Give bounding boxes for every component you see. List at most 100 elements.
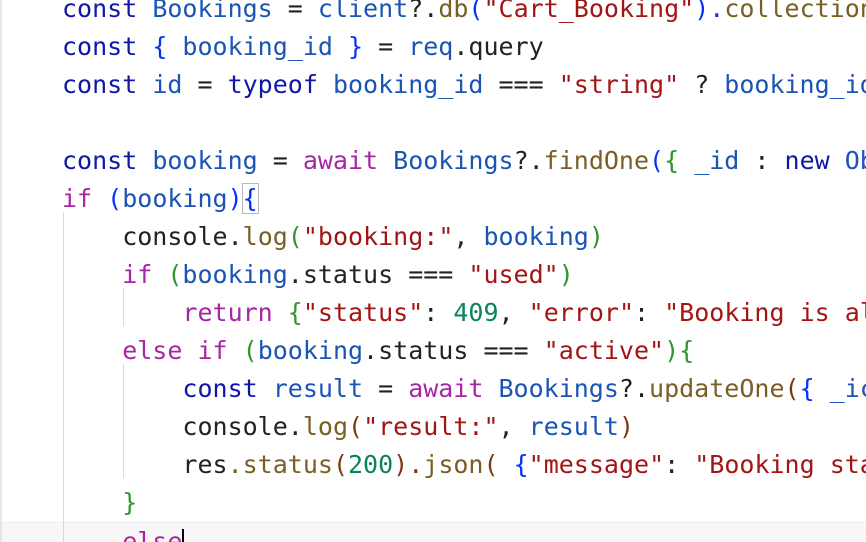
code-token: ) bbox=[227, 184, 243, 213]
code-token: ( bbox=[784, 374, 800, 403]
code-token: : bbox=[664, 450, 695, 479]
editor-left-border bbox=[0, 0, 2, 542]
code-token: = bbox=[257, 146, 303, 175]
code-token: "error" bbox=[528, 298, 634, 327]
code-line[interactable]: } bbox=[62, 484, 137, 522]
code-token: db bbox=[438, 0, 469, 23]
code-token: ( bbox=[287, 222, 303, 251]
code-token: "status" bbox=[302, 298, 424, 327]
code-token: : bbox=[423, 298, 454, 327]
code-token: booking bbox=[122, 184, 228, 213]
code-token: updateOne bbox=[649, 374, 785, 403]
code-token: "used" bbox=[468, 260, 559, 289]
code-line[interactable]: else if (booking.status === "active"){ bbox=[62, 332, 694, 370]
indent-guide-level-2a bbox=[123, 288, 124, 326]
code-line[interactable]: console.log("booking:", booking) bbox=[62, 218, 604, 256]
code-token: .status bbox=[227, 450, 333, 479]
code-token: 200 bbox=[348, 450, 394, 479]
code-token: console bbox=[62, 222, 228, 251]
code-token: ( bbox=[167, 260, 183, 289]
code-editor[interactable]: const Bookings = client?.db("Cart_Bookin… bbox=[0, 0, 866, 542]
code-token: === bbox=[483, 70, 559, 99]
code-token: const bbox=[62, 374, 273, 403]
code-token: ? bbox=[679, 70, 725, 99]
code-token: ( bbox=[348, 412, 364, 441]
code-token: ) bbox=[588, 222, 604, 251]
code-token: booking bbox=[483, 222, 589, 251]
code-line[interactable]: const Bookings = client?.db("Cart_Bookin… bbox=[62, 0, 866, 28]
code-token: ( bbox=[242, 336, 258, 365]
code-token: ( bbox=[483, 450, 514, 479]
code-token: "Booking is al bbox=[664, 298, 866, 327]
code-line[interactable]: res.status(200).json( {"message": "Booki… bbox=[62, 446, 866, 484]
code-token: ) bbox=[664, 336, 680, 365]
code-token: booking bbox=[182, 260, 288, 289]
code-token: ) bbox=[618, 412, 635, 441]
code-line[interactable]: return {"status": 409, "error": "Booking… bbox=[62, 294, 866, 332]
code-token: "active" bbox=[543, 336, 665, 365]
code-token: ?. bbox=[408, 0, 439, 23]
code-token: const bbox=[62, 32, 153, 61]
code-line[interactable]: if (booking){ bbox=[62, 180, 259, 218]
code-token: = bbox=[363, 374, 409, 403]
code-token: ( bbox=[332, 450, 348, 479]
code-token: client bbox=[317, 0, 409, 23]
code-token: 409 bbox=[453, 298, 499, 327]
code-token: Ob bbox=[844, 146, 866, 175]
code-token: { bbox=[287, 298, 303, 327]
code-token: } bbox=[332, 32, 379, 61]
code-token: ?. bbox=[618, 374, 650, 403]
code-token: if bbox=[62, 260, 168, 289]
code-token: booking bbox=[152, 146, 258, 175]
code-token: _id bbox=[694, 146, 740, 175]
code-token: result bbox=[528, 412, 619, 441]
code-token: , bbox=[453, 222, 484, 251]
code-token: { bbox=[799, 374, 830, 403]
indent-guide-level-2b bbox=[123, 364, 124, 478]
code-line[interactable]: console.log("result:", result) bbox=[62, 408, 634, 446]
code-line[interactable]: const id = typeof booking_id === "string… bbox=[62, 66, 866, 104]
code-token: === bbox=[393, 260, 469, 289]
code-line[interactable]: if (booking.status === "used") bbox=[62, 256, 574, 294]
code-line[interactable]: else bbox=[2, 522, 866, 542]
code-token: console bbox=[62, 412, 288, 441]
code-token: ?. bbox=[513, 146, 544, 175]
code-token: "Cart_Booking" bbox=[483, 0, 695, 23]
code-token: : bbox=[634, 298, 665, 327]
code-token: json bbox=[423, 450, 484, 479]
code-token: , bbox=[498, 298, 529, 327]
code-token: ( bbox=[649, 146, 665, 175]
code-token: } bbox=[62, 488, 138, 517]
code-token: res bbox=[62, 450, 228, 479]
code-token: req bbox=[408, 32, 454, 61]
code-token: { bbox=[241, 183, 259, 214]
code-token: = bbox=[182, 70, 228, 99]
indent-guide-level-1 bbox=[63, 212, 64, 542]
code-token: : bbox=[739, 146, 785, 175]
code-token: new bbox=[784, 146, 845, 175]
code-token: Bookings bbox=[393, 146, 514, 175]
code-token: booking_id bbox=[182, 32, 333, 61]
text-cursor bbox=[182, 529, 185, 542]
code-line[interactable]: const result = await Bookings?.updateOne… bbox=[62, 370, 866, 408]
code-token: await bbox=[408, 374, 499, 403]
code-token: if bbox=[62, 184, 108, 213]
code-token: "result:" bbox=[363, 412, 499, 441]
code-token: , bbox=[498, 412, 529, 441]
code-token: log bbox=[302, 412, 348, 441]
code-token: { bbox=[679, 336, 695, 365]
code-line[interactable]: const { booking_id } = req.query bbox=[62, 28, 544, 66]
code-token: else if bbox=[62, 336, 243, 365]
code-token: Bookings bbox=[498, 374, 619, 403]
code-token: findOne bbox=[543, 146, 650, 175]
code-token: "Booking sta bbox=[694, 450, 866, 479]
code-token: const bbox=[62, 70, 153, 99]
code-token: .query bbox=[453, 32, 544, 61]
code-line[interactable]: const booking = await Bookings?.findOne(… bbox=[62, 142, 866, 180]
code-token: "message" bbox=[528, 450, 665, 479]
code-token: . bbox=[227, 222, 243, 251]
code-token: ) bbox=[558, 260, 574, 289]
code-token: ). bbox=[694, 0, 725, 23]
code-token: log bbox=[242, 222, 288, 251]
code-token: { bbox=[513, 450, 529, 479]
